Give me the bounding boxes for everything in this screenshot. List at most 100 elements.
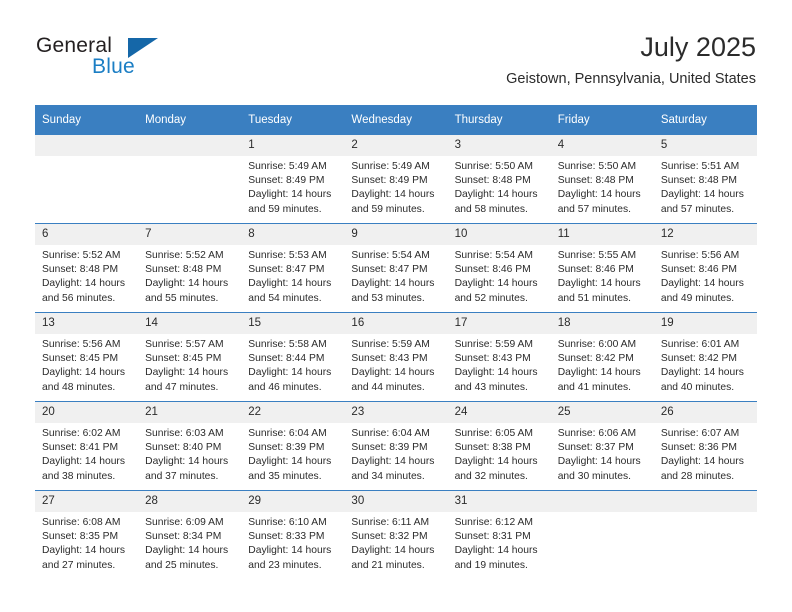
day-details: Sunrise: 5:50 AM Sunset: 8:48 PM Daylight:… [448,156,551,217]
daylight-text-line1: Daylight: 14 hours [660,456,744,468]
sunset-text: Sunset: 8:45 PM [145,353,222,365]
day-cell-26[interactable]: 26 Sunrise: 6:07 AM Sunset: 8:36 PM Dayligh… [653,401,757,491]
sunrise-text: Sunrise: 6:11 AM [351,517,430,528]
day-cell-2[interactable]: 2 Sunrise: 5:49 AM Sunset: 8:49 PM Daylight… [344,135,448,224]
day-cell-19[interactable]: 19 Sunrise: 6:01 AM Sunset: 8:42 PM Dayligh… [653,312,757,402]
daylight-text-line2: and 59 minutes. [248,203,322,215]
day-details: Sunrise: 5:52 AM Sunset: 8:48 PM Daylight:… [35,245,138,306]
day-cell-12[interactable]: 12 Sunrise: 5:56 AM Sunset: 8:46 PM Dayligh… [653,223,757,313]
day-cell-21[interactable]: 21 Sunrise: 6:03 AM Sunset: 8:40 PM Dayligh… [138,401,242,491]
daylight-text-line2: and 46 minutes. [248,381,322,393]
day-number: 28 [138,491,242,512]
day-number: 11 [550,224,654,245]
day-cell-18[interactable]: 18 Sunrise: 6:00 AM Sunset: 8:42 PM Dayligh… [550,312,654,402]
sunset-text: Sunset: 8:48 PM [42,264,119,276]
day-cell-13[interactable]: 13 Sunrise: 5:56 AM Sunset: 8:45 PM Dayligh… [35,312,139,402]
day-cell-10[interactable]: 10 Sunrise: 5:54 AM Sunset: 8:46 PM Dayligh… [447,223,551,313]
day-number: 17 [447,313,551,334]
sunrise-text: Sunrise: 6:03 AM [145,428,224,439]
sunrise-text: Sunrise: 5:50 AM [454,161,533,172]
sunset-text: Sunset: 8:34 PM [145,531,222,543]
daylight-text-line2: and 43 minutes. [454,381,528,393]
weekday-header-thursday: Thursday [447,105,551,135]
calendar-week-row: 6 Sunrise: 5:52 AM Sunset: 8:48 PM Daylight… [35,223,757,313]
day-cell-31[interactable]: 31 Sunrise: 6:12 AM Sunset: 8:31 PM Dayligh… [447,490,551,579]
sunrise-text: Sunrise: 5:59 AM [351,339,430,350]
day-cell-7[interactable]: 7 Sunrise: 5:52 AM Sunset: 8:48 PM Daylight… [138,223,242,313]
page-header: General Blue July 2025 Geistown, Pennsyl… [0,0,792,100]
sunset-text: Sunset: 8:45 PM [42,353,119,365]
sunset-text: Sunset: 8:31 PM [454,531,531,543]
day-cell-empty [35,135,139,224]
day-cell-5[interactable]: 5 Sunrise: 5:51 AM Sunset: 8:48 PM Daylight… [653,135,757,224]
day-cell-empty [138,135,242,224]
sunrise-text: Sunrise: 5:49 AM [248,161,327,172]
general-blue-logo[interactable]: General Blue [36,34,256,86]
daylight-text-line2: and 51 minutes. [557,292,631,304]
sunrise-text: Sunrise: 6:10 AM [248,517,327,528]
day-cell-1[interactable]: 1 Sunrise: 5:49 AM Sunset: 8:49 PM Daylight… [241,135,345,224]
day-details: Sunrise: 6:04 AM Sunset: 8:39 PM Daylight:… [344,423,447,484]
day-details: Sunrise: 6:06 AM Sunset: 8:37 PM Daylight:… [551,423,654,484]
sunrise-text: Sunrise: 5:56 AM [42,339,121,350]
day-cell-30[interactable]: 30 Sunrise: 6:11 AM Sunset: 8:32 PM Dayligh… [344,490,448,579]
day-cell-11[interactable]: 11 Sunrise: 5:55 AM Sunset: 8:46 PM Dayligh… [550,223,654,313]
sunset-text: Sunset: 8:39 PM [248,442,325,454]
day-cell-29[interactable]: 29 Sunrise: 6:10 AM Sunset: 8:33 PM Dayligh… [241,490,345,579]
day-number: 6 [35,224,139,245]
day-cell-8[interactable]: 8 Sunrise: 5:53 AM Sunset: 8:47 PM Daylight… [241,223,345,313]
sunrise-text: Sunrise: 5:58 AM [248,339,327,350]
day-details: Sunrise: 5:49 AM Sunset: 8:49 PM Daylight:… [241,156,344,217]
daylight-text-line1: Daylight: 14 hours [248,367,332,379]
day-number: 24 [447,402,551,423]
title-block: July 2025 Geistown, Pennsylvania, United… [506,30,756,90]
day-details: Sunrise: 6:02 AM Sunset: 8:41 PM Daylight:… [35,423,138,484]
day-details: Sunrise: 5:52 AM Sunset: 8:48 PM Daylight:… [138,245,241,306]
day-number: 29 [241,491,345,512]
day-cell-25[interactable]: 25 Sunrise: 6:06 AM Sunset: 8:37 PM Dayligh… [550,401,654,491]
daylight-text-line2: and 48 minutes. [42,381,116,393]
daylight-text-line2: and 54 minutes. [248,292,322,304]
day-cell-4[interactable]: 4 Sunrise: 5:50 AM Sunset: 8:48 PM Daylight… [550,135,654,224]
day-cell-27[interactable]: 27 Sunrise: 6:08 AM Sunset: 8:35 PM Dayligh… [35,490,139,579]
daylight-text-line1: Daylight: 14 hours [557,367,641,379]
day-cell-16[interactable]: 16 Sunrise: 5:59 AM Sunset: 8:43 PM Dayligh… [344,312,448,402]
day-cell-28[interactable]: 28 Sunrise: 6:09 AM Sunset: 8:34 PM Dayligh… [138,490,242,579]
day-cell-15[interactable]: 15 Sunrise: 5:58 AM Sunset: 8:44 PM Dayligh… [241,312,345,402]
day-details: Sunrise: 5:56 AM Sunset: 8:46 PM Daylight:… [654,245,757,306]
sunrise-text: Sunrise: 6:01 AM [660,339,740,350]
daylight-text-line1: Daylight: 14 hours [454,278,538,290]
day-details: Sunrise: 5:54 AM Sunset: 8:46 PM Daylight:… [448,245,551,306]
weekday-header-monday: Monday [138,105,242,135]
day-cell-22[interactable]: 22 Sunrise: 6:04 AM Sunset: 8:39 PM Dayligh… [241,401,345,491]
daylight-text-line1: Daylight: 14 hours [351,456,435,468]
sunset-text: Sunset: 8:49 PM [351,175,428,187]
sunrise-text: Sunrise: 6:04 AM [351,428,430,439]
day-cell-6[interactable]: 6 Sunrise: 5:52 AM Sunset: 8:48 PM Daylight… [35,223,139,313]
sunset-text: Sunset: 8:48 PM [660,175,737,187]
sunrise-text: Sunrise: 6:07 AM [660,428,740,439]
day-cell-24[interactable]: 24 Sunrise: 6:05 AM Sunset: 8:38 PM Dayligh… [447,401,551,491]
day-cell-17[interactable]: 17 Sunrise: 5:59 AM Sunset: 8:43 PM Dayligh… [447,312,551,402]
sunset-text: Sunset: 8:46 PM [660,264,737,276]
day-cell-9[interactable]: 9 Sunrise: 5:54 AM Sunset: 8:47 PM Daylight… [344,223,448,313]
sunrise-text: Sunrise: 5:54 AM [454,250,533,261]
day-cell-3[interactable]: 3 Sunrise: 5:50 AM Sunset: 8:48 PM Daylight… [447,135,551,224]
daylight-text-line2: and 35 minutes. [248,470,322,482]
day-details: Sunrise: 6:01 AM Sunset: 8:42 PM Daylight:… [654,334,757,395]
calendar-table: Sunday Monday Tuesday Wednesday Thursday Frid… [35,105,757,579]
daylight-text-line1: Daylight: 14 hours [351,278,435,290]
day-cell-23[interactable]: 23 Sunrise: 6:04 AM Sunset: 8:39 PM Dayligh… [344,401,448,491]
day-details: Sunrise: 6:12 AM Sunset: 8:31 PM Daylight:… [448,512,551,573]
daylight-text-line1: Daylight: 14 hours [145,367,229,379]
day-number: 26 [653,402,757,423]
day-cell-14[interactable]: 14 Sunrise: 5:57 AM Sunset: 8:45 PM Dayligh… [138,312,242,402]
logo-text-blue: Blue [92,55,135,78]
daylight-text-line2: and 32 minutes. [454,470,528,482]
day-cell-20[interactable]: 20 Sunrise: 6:02 AM Sunset: 8:41 PM Dayligh… [35,401,139,491]
day-details: Sunrise: 5:57 AM Sunset: 8:45 PM Daylight:… [138,334,241,395]
day-details [654,512,757,516]
sunrise-text: Sunrise: 5:53 AM [248,250,327,261]
sunset-text: Sunset: 8:35 PM [42,531,119,543]
day-number: 19 [653,313,757,334]
